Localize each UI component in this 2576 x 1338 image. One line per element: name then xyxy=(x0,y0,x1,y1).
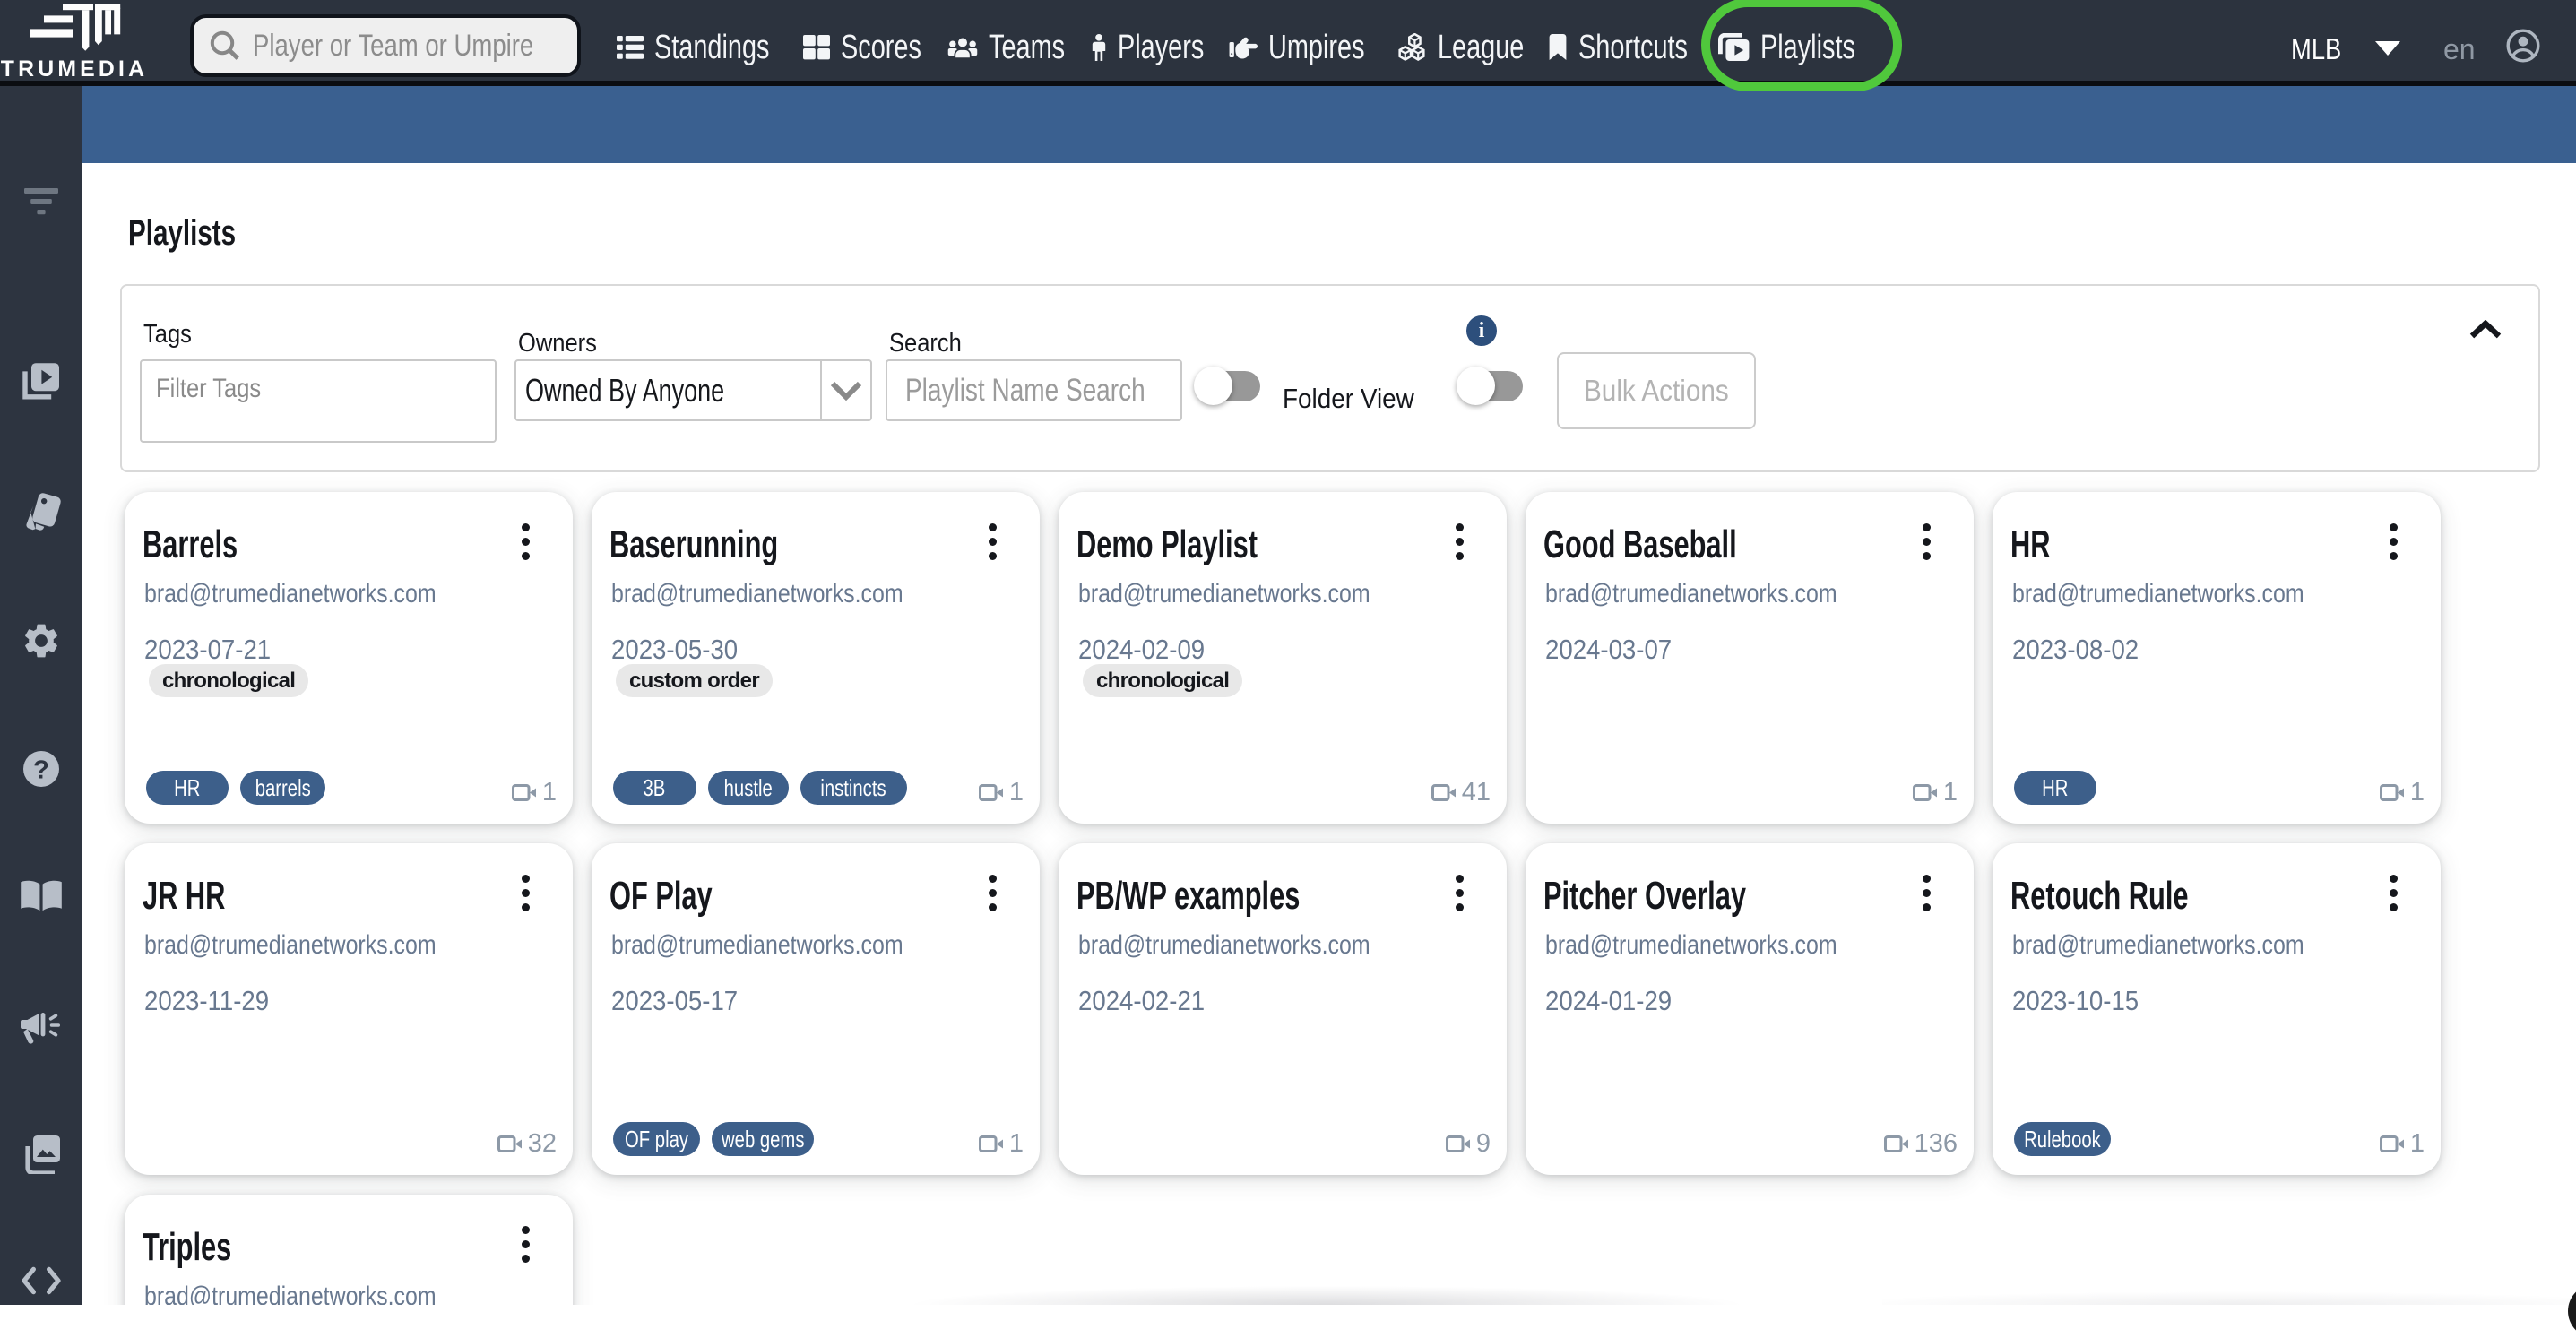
svg-text:TRUMEDIA: TRUMEDIA xyxy=(1,57,148,82)
svg-text:?: ? xyxy=(33,755,49,784)
